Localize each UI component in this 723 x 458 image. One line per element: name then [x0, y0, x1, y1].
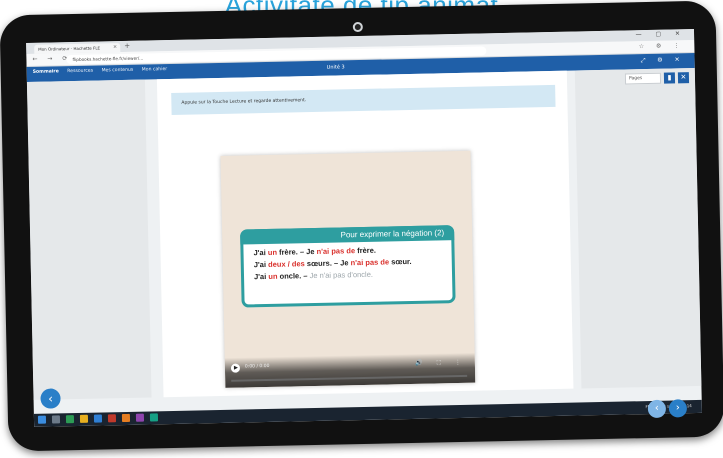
app-icon[interactable]	[135, 413, 145, 422]
taskbar-icons	[37, 413, 159, 424]
play-button[interactable]	[230, 363, 241, 373]
folder-icon[interactable]	[79, 414, 89, 423]
windows-start-icon[interactable]	[37, 415, 47, 424]
example-line-1: J'ai un frère. – Je n'ai pas de frère.	[253, 245, 377, 258]
app-icon[interactable]	[149, 413, 159, 422]
video-timecode: 0:00 / 0:00	[244, 363, 270, 370]
tablet-photo: Mon Ordinateur - Hachette FLE × + — ▢ ✕ …	[0, 0, 723, 452]
windows-taskbar: FRA Partly sunny 10:14	[33, 399, 702, 427]
nav-item-sommaire[interactable]: Sommaire	[33, 69, 59, 75]
tablet-frame: Mon Ordinateur - Hachette FLE × + — ▢ ✕ …	[0, 0, 723, 452]
tab-close-icon[interactable]: ×	[113, 44, 117, 50]
app-icon[interactable]	[121, 413, 131, 423]
nav-item-ressources[interactable]: Ressources	[67, 69, 93, 75]
tab-title: Mon Ordinateur - Hachette FLE	[38, 45, 101, 52]
app-nav: Sommaire Ressources Mes contenus Mon cah…	[33, 67, 175, 75]
left-page-panel	[26, 79, 152, 400]
video-controls: 0:00 / 0:00 🔊 ⛶ ⋮	[224, 352, 476, 388]
new-tab-button[interactable]: +	[124, 42, 130, 51]
browser-extensions[interactable]: ☆ ⚙ ⋮	[639, 42, 685, 50]
video-control-icons[interactable]: 🔊 ⛶ ⋮	[415, 359, 467, 368]
side-controls: Pages ▮ ✕	[624, 72, 690, 85]
back-button[interactable]: ‹	[647, 399, 667, 419]
app-icon[interactable]	[65, 415, 75, 424]
video-player[interactable]: Pour exprimer la négation (2) J'ai un fr…	[220, 150, 476, 388]
nav-item-mon-cahier[interactable]: Mon cahier	[142, 67, 167, 73]
toggle-button[interactable]: ▮	[663, 72, 676, 84]
window-controls[interactable]: — ▢ ✕	[635, 30, 686, 38]
right-page-panel	[574, 67, 702, 389]
next-page-button[interactable]: ›	[668, 399, 688, 418]
card-title: Pour exprimer la négation (2)	[240, 225, 455, 245]
app-tools[interactable]: ⤢ ⚙ ✕	[640, 56, 684, 65]
tablet-screen: Mon Ordinateur - Hachette FLE × + — ▢ ✕ …	[26, 29, 702, 427]
app-icon[interactable]	[107, 414, 117, 423]
close-panel-button[interactable]: ✕	[677, 72, 690, 84]
grammar-card: Pour exprimer la négation (2) J'ai un fr…	[240, 225, 456, 308]
nav-item-mes-contenus[interactable]: Mes contenus	[102, 68, 134, 74]
app-title: Unité 3	[326, 64, 345, 71]
activity-panel: Appuie sur la Touche Lecture et regarde …	[156, 70, 574, 398]
camera-icon	[352, 21, 363, 33]
example-line-2: J'ai deux / des sœurs. – Je n'ai pas de …	[253, 256, 412, 270]
example-line-3: J'ai un oncle. – Je n'ai pas d'oncle.	[253, 269, 374, 282]
instruction-banner: Appuie sur la Touche Lecture et regarde …	[171, 84, 556, 115]
search-icon[interactable]	[51, 415, 61, 424]
browser-icon[interactable]	[93, 414, 103, 423]
next-controls: ‹ ›	[647, 399, 688, 419]
video-progress-bar[interactable]	[231, 374, 468, 382]
page-select[interactable]: Pages	[624, 72, 662, 85]
